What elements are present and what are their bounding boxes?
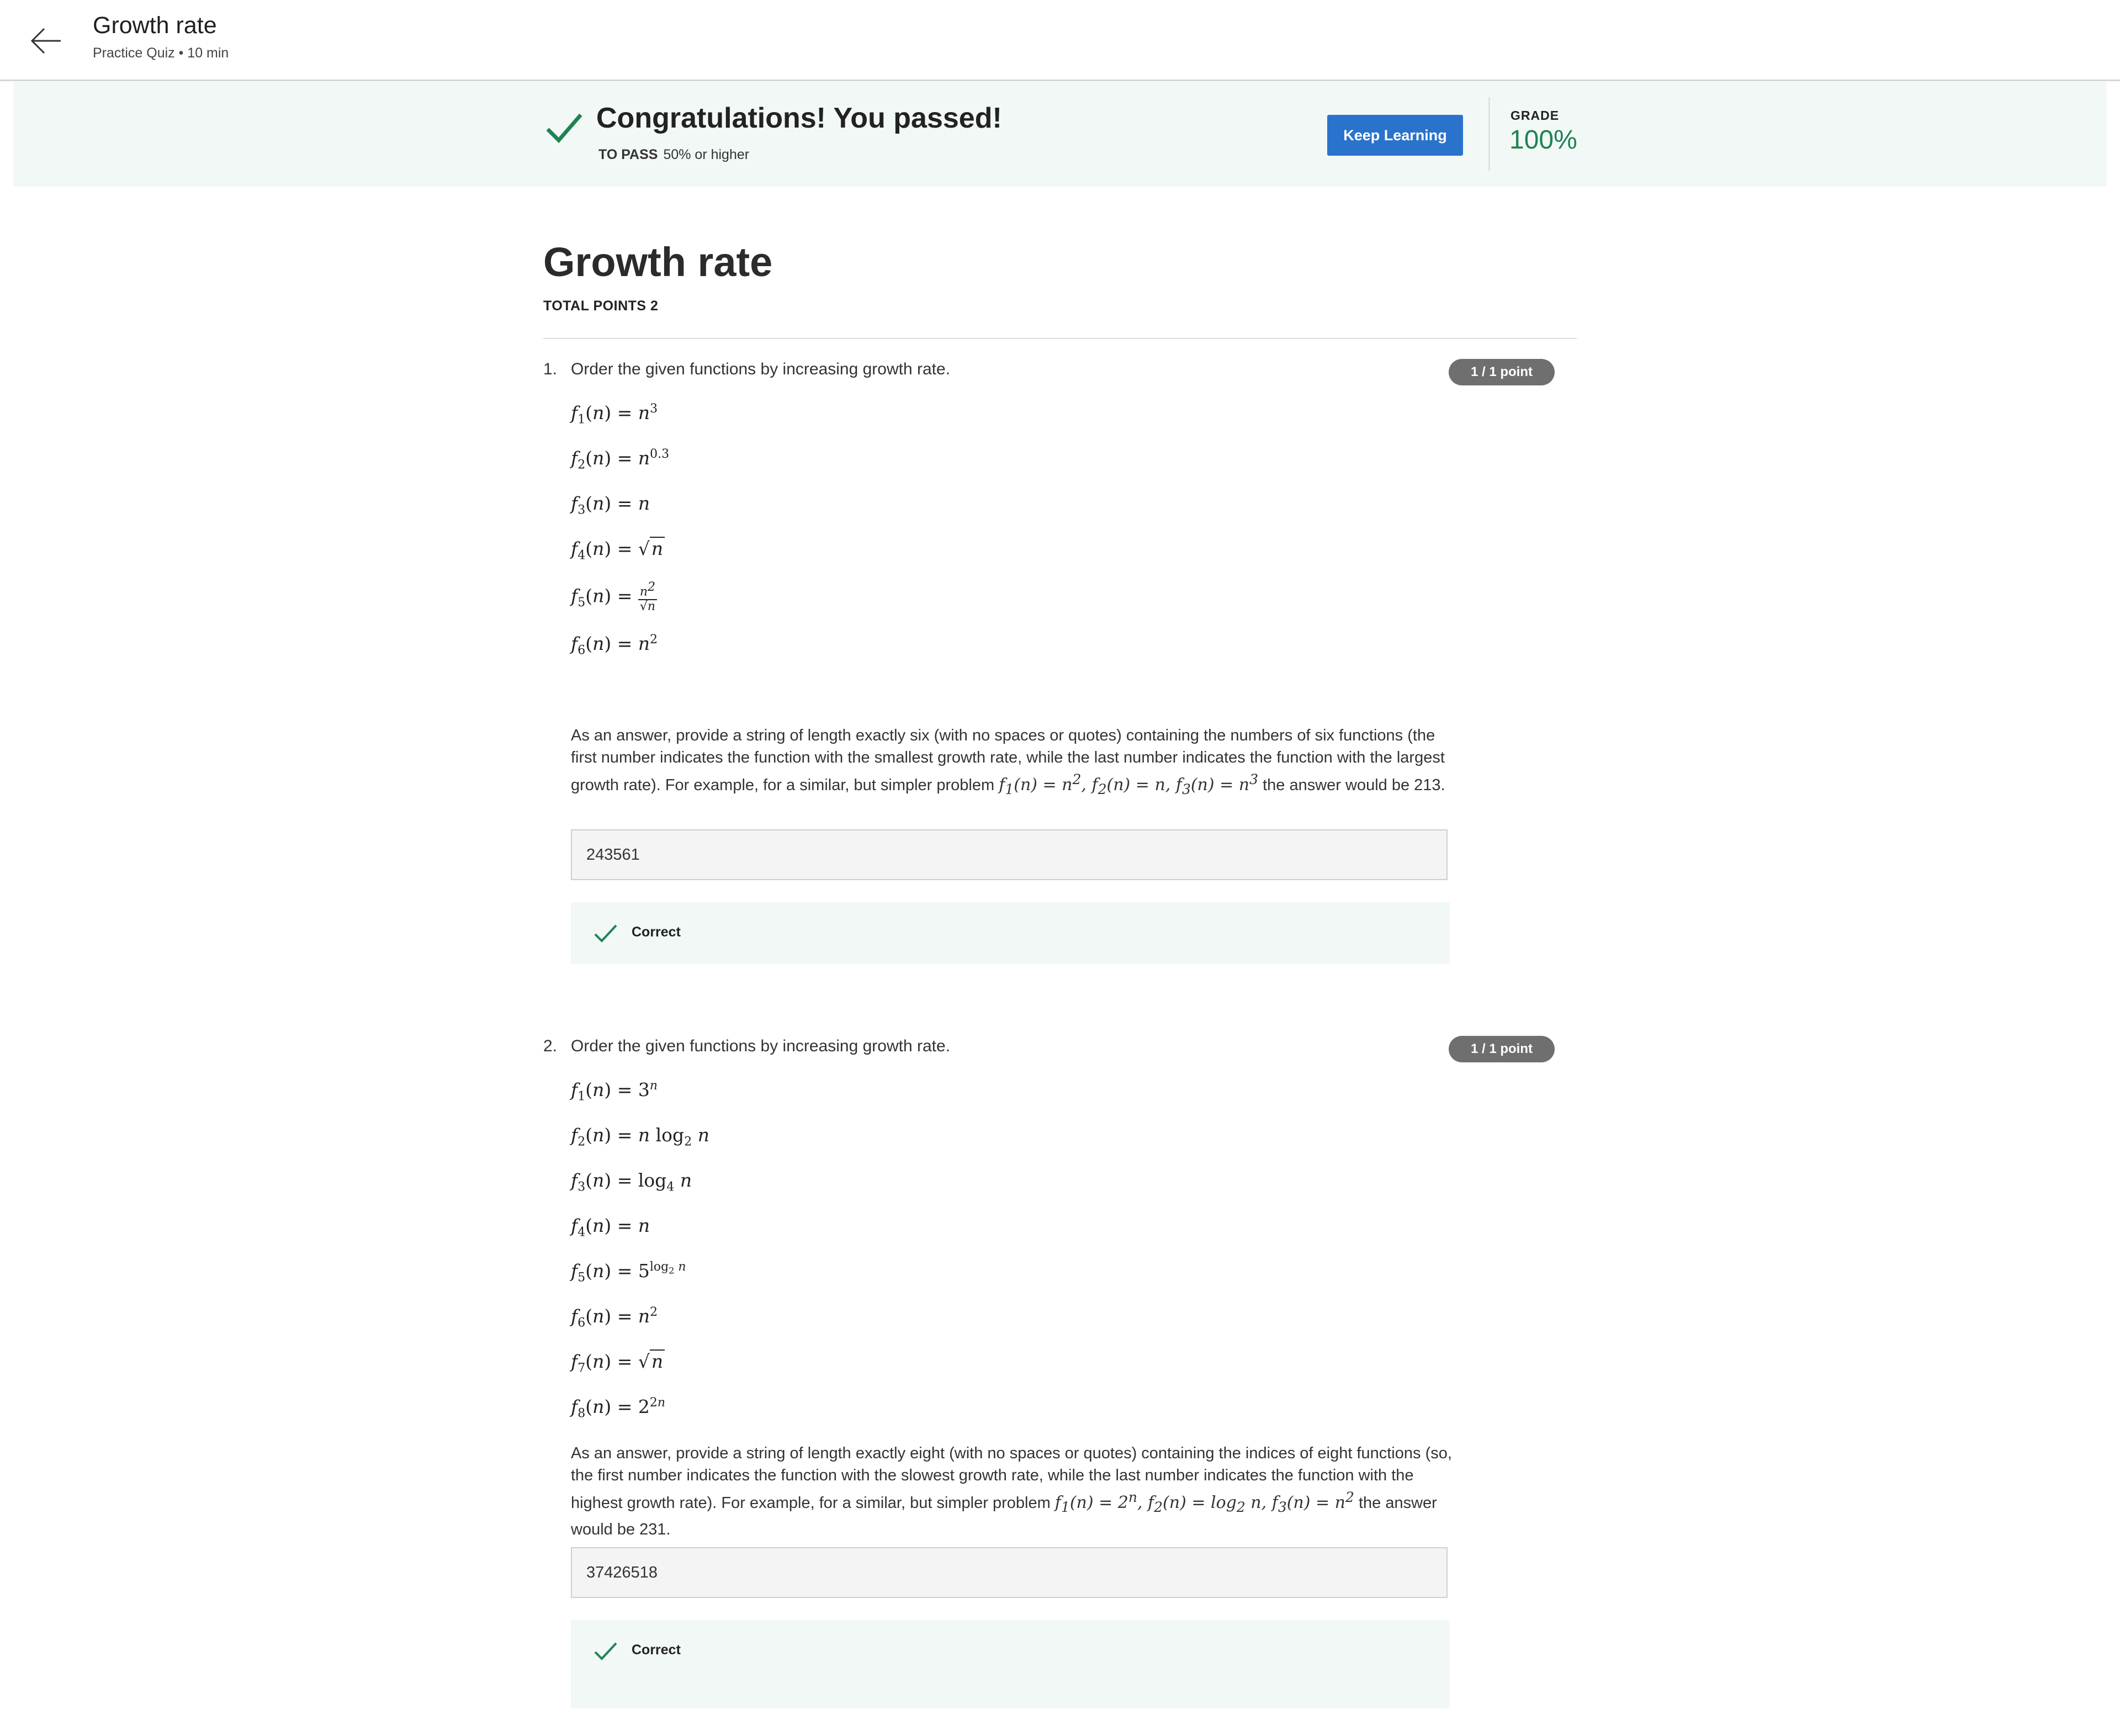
grade-value: 100%	[1509, 125, 1577, 155]
header-title: Growth rate	[93, 12, 217, 39]
question-prompt: Order the given functions by increasing …	[571, 1037, 951, 1055]
feedback-correct: Correct	[571, 1620, 1450, 1708]
question-number: 1.	[543, 360, 558, 378]
back-button[interactable]	[22, 17, 71, 65]
formula-f6: f6(n) = n2	[571, 1305, 658, 1330]
answer-instructions: As an answer, provide a string of length…	[571, 724, 1454, 801]
formula-f6: f6(n) = n2	[571, 633, 658, 658]
formula-f2: f2(n) = n0.3	[571, 447, 670, 472]
formula-f7: f7(n) = √n	[571, 1349, 665, 1375]
divider	[1488, 97, 1490, 171]
total-points: TOTAL POINTS 2	[543, 298, 659, 314]
pass-message: Congratulations! You passed!	[596, 102, 1002, 134]
grade-label: GRADE	[1510, 108, 1560, 123]
points-badge: 1 / 1 point	[1449, 359, 1555, 385]
pass-banner: Congratulations! You passed! TO PASS 50% …	[13, 82, 2107, 187]
answer-input[interactable]: 37426518	[571, 1547, 1448, 1598]
keep-learning-button[interactable]: Keep Learning	[1327, 115, 1463, 156]
answer-instructions: As an answer, provide a string of length…	[571, 1442, 1454, 1541]
to-pass-label: TO PASS	[598, 147, 658, 162]
to-pass-value: 50% or higher	[663, 147, 750, 162]
formula-f4: f4(n) = n	[571, 1215, 650, 1240]
formula-f3: f3(n) = log4 n	[571, 1169, 692, 1194]
answer-input[interactable]: 243561	[571, 829, 1448, 880]
example-formula: f1(n) = 2n, f2(n) = log2 n, f3(n) = n2	[1054, 1489, 1354, 1515]
formula-f5: f5(n) = 5log2 n	[571, 1260, 686, 1285]
feedback-label: Correct	[632, 924, 681, 940]
question-number: 2.	[543, 1037, 558, 1055]
top-bar: Growth rate Practice Quiz • 10 min	[0, 0, 2120, 81]
points-badge: 1 / 1 point	[1449, 1036, 1555, 1062]
question-prompt: Order the given functions by increasing …	[571, 360, 951, 378]
formula-f1: f1(n) = 3n	[571, 1079, 658, 1104]
checkmark-icon	[594, 1642, 617, 1660]
feedback-label: Correct	[632, 1642, 681, 1658]
checkmark-icon	[594, 924, 617, 943]
header-subtitle: Practice Quiz • 10 min	[93, 45, 229, 61]
page-title: Growth rate	[543, 239, 773, 285]
formula-f8: f8(n) = 22n	[571, 1396, 666, 1421]
instructions-text-end: the answer would be 213.	[1263, 776, 1445, 794]
formula-f4: f4(n) = √n	[571, 537, 665, 563]
to-pass-info: TO PASS 50% or higher	[598, 147, 749, 163]
arrow-left-icon	[30, 28, 61, 54]
checkmark-icon	[546, 113, 582, 144]
divider	[543, 338, 1577, 339]
formula-f5: f5(n) = n2 √n	[571, 580, 658, 613]
example-formula: f1(n) = n2, f2(n) = n, f3(n) = n3	[999, 771, 1259, 797]
formula-f2: f2(n) = n log2 n	[571, 1124, 709, 1149]
feedback-correct: Correct	[571, 902, 1450, 964]
formula-f1: f1(n) = n3	[571, 402, 658, 427]
formula-f3: f3(n) = n	[571, 493, 650, 517]
